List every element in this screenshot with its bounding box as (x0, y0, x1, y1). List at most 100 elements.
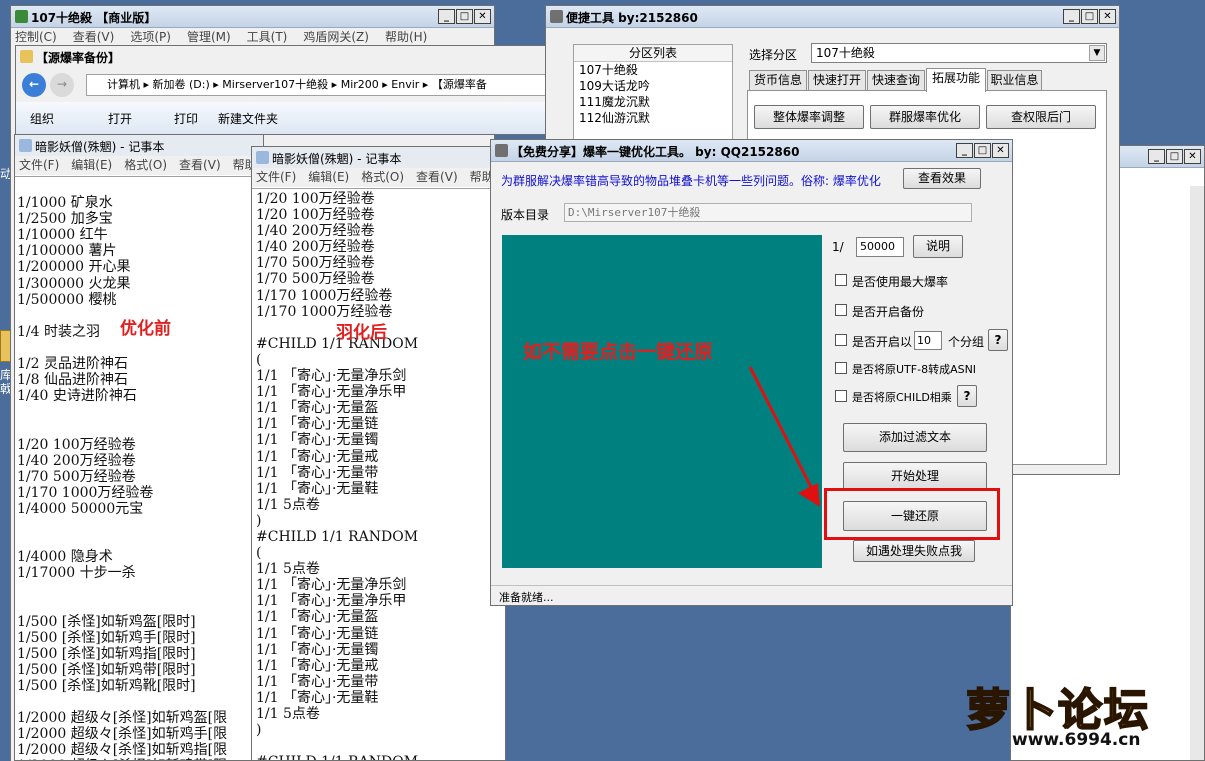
tab-quick-open[interactable]: 快速打开 (808, 70, 866, 90)
breadcrumb[interactable]: 【源爆率备 (432, 78, 487, 91)
text-line: ) (256, 722, 262, 739)
menu-format[interactable]: 格式(O) (124, 156, 167, 175)
forward-button[interactable]: → (50, 73, 74, 97)
menu-view[interactable]: 查看(V) (416, 168, 458, 187)
list-item[interactable]: 112仙游沉默 (574, 110, 732, 126)
text-line: 1/2000 超级々[杀怪]如斩鸡指[限 (17, 742, 228, 759)
child-help-button[interactable]: ? (957, 385, 977, 407)
menu-file[interactable]: 文件(F) (256, 168, 296, 187)
group-label-b: 个分组 (948, 335, 985, 349)
group-help-button[interactable]: ? (988, 329, 1008, 351)
text-line: 1/40 200万经验卷 (256, 239, 375, 256)
text-line: 1/300000 火龙果 (17, 275, 131, 292)
minimize-icon[interactable]: _ (956, 143, 973, 158)
group-checkbox[interactable] (835, 334, 847, 346)
notepad-left: 暗影妖僧(殊魍) - 记事本 文件(F) 编辑(E) 格式(O) 查看(V) 帮… (14, 134, 264, 761)
text-line: 1/4000 50000元宝 (17, 500, 144, 517)
chevron-down-icon[interactable]: ▼ (1089, 45, 1105, 61)
minimize-icon[interactable]: _ (438, 9, 455, 24)
annotation-after: 羽化后 (336, 323, 387, 343)
organize-button[interactable]: 组织 (30, 110, 54, 127)
overall-rate-button[interactable]: 整体爆率调整 (754, 105, 864, 129)
tab-quick-query[interactable]: 快速查询 (867, 70, 925, 90)
text-line: #CHILD 1/1 RANDOM (256, 528, 419, 545)
list-item[interactable]: 111魔龙沉默 (574, 94, 732, 110)
text-line: 1/1 「寄心」·无量盔 (256, 609, 379, 626)
text-line: 1/8 仙品进阶神石 (17, 372, 128, 389)
start-button[interactable]: 开始处理 (843, 462, 987, 491)
text-line: 1/1 「寄心」·无量净乐剑 (256, 577, 407, 594)
group-rate-button[interactable]: 群服爆率优化 (870, 105, 980, 129)
list-item[interactable]: 107十绝殺 (574, 62, 732, 78)
menu-file[interactable]: 文件(F) (19, 156, 59, 175)
minimize-icon[interactable]: _ (1148, 149, 1165, 164)
text-line: 1/1 5点卷 (256, 706, 320, 722)
ratio-input[interactable]: 50000 (856, 237, 904, 257)
list-item[interactable]: 109大话龙吟 (574, 78, 732, 94)
partition-list-header: 分区列表 (574, 45, 732, 62)
text-line: 1/500 [杀怪]如斩鸡带[限时] (17, 661, 196, 678)
close-icon[interactable]: ✕ (474, 9, 491, 24)
breadcrumb[interactable]: Envir (391, 78, 419, 91)
backup-checkbox[interactable] (835, 304, 847, 316)
tab-class-info[interactable]: 职业信息 (987, 70, 1042, 90)
text-line: 1/70 500万经验卷 (256, 255, 375, 272)
menu-format[interactable]: 格式(O) (361, 168, 404, 187)
menu-edit[interactable]: 编辑(E) (71, 156, 112, 175)
partition-select[interactable]: 107十绝殺 ▼ (811, 43, 1107, 63)
breadcrumb[interactable]: Mir200 (341, 78, 379, 91)
arrow-icon (748, 366, 820, 507)
select-value: 107十绝殺 (816, 46, 875, 60)
breadcrumb[interactable]: 计算机 (107, 78, 140, 91)
text-line: #CHILD 1/1 RANDOM (256, 754, 505, 760)
explain-button[interactable]: 说明 (913, 235, 963, 258)
text-line: 1/2000 超级々[杀怪]如斩鸡盔[限 (17, 710, 228, 727)
add-filter-button[interactable]: 添加过滤文本 (843, 423, 987, 452)
backdoor-check-button[interactable]: 查权限后门 (986, 105, 1096, 129)
logo-text: 萝卜论坛 (965, 684, 1150, 737)
print-button[interactable]: 打印 (174, 110, 198, 127)
highlight-box (824, 488, 1000, 540)
text-line: 1/20 100万经验卷 (256, 207, 375, 224)
child-multiply-checkbox[interactable] (835, 390, 847, 402)
open-button[interactable]: 打开 (108, 110, 132, 127)
maximize-icon[interactable]: □ (456, 9, 473, 24)
text-line: 1/1 「寄心」·无量带 (256, 464, 379, 481)
maximize-icon[interactable]: □ (1166, 149, 1183, 164)
child-multiply-label: 是否将原CHILD相乘 (852, 391, 952, 404)
view-effect-button[interactable]: 查看效果 (903, 168, 981, 189)
text-line (17, 517, 263, 533)
utf8-checkbox[interactable] (835, 362, 847, 374)
ratio-prefix: 1/ (832, 240, 844, 254)
text-line: 1/500 [杀怪]如斩鸡指[限时] (17, 645, 196, 662)
fail-help-button[interactable]: 如遇处理失败点我 (853, 540, 975, 562)
max-rate-checkbox[interactable] (835, 274, 847, 286)
breadcrumb[interactable]: 新加卷 (D:) (153, 78, 210, 91)
window-title: 107十绝殺 【商业版】 (31, 11, 157, 25)
close-icon[interactable]: ✕ (1099, 9, 1116, 24)
text-area[interactable]: 1/20 100万经验卷 1/20 100万经验卷 1/40 200万经验卷 1/40… (252, 188, 505, 760)
dir-input[interactable]: D:\Mirserver107十绝殺 (564, 203, 972, 222)
breadcrumb[interactable]: Mirserver107十绝殺 (222, 78, 328, 91)
window-title: 暗影妖僧(殊魍) - 记事本 (35, 140, 165, 154)
address-bar[interactable]: 计算机 ▸ 新加卷 (D:) ▸ Mirserver107十绝殺 ▸ Mir20… (86, 74, 554, 96)
menu-edit[interactable]: 编辑(E) (308, 168, 349, 187)
notepad-right: 暗影妖僧(殊魍) - 记事本 文件(F) 编辑(E) 格式(O) 查看(V) 帮… (251, 146, 506, 761)
close-icon[interactable]: ✕ (1184, 149, 1201, 164)
minimize-icon[interactable]: _ (1063, 9, 1080, 24)
text-line: 1/170 1000万经验卷 (256, 287, 393, 304)
new-folder-button[interactable]: 新建文件夹 (218, 110, 278, 127)
tab-extensions[interactable]: 拓展功能 (926, 68, 986, 92)
text-area[interactable]: 1/1000 矿泉水 1/2500 加多宝 1/10000 红牛 1/100000 薯… (15, 176, 263, 760)
app-icon (15, 10, 28, 23)
text-line: 1/1 5点卷 (256, 496, 320, 513)
group-count-input[interactable]: 10 (914, 331, 942, 350)
maximize-icon[interactable]: □ (974, 143, 991, 158)
partition-list[interactable]: 分区列表 107十绝殺 109大话龙吟 111魔龙沉默 112仙游沉默 (573, 44, 733, 140)
tab-currency[interactable]: 货币信息 (749, 70, 807, 90)
menu-view[interactable]: 查看(V) (179, 156, 221, 175)
maximize-icon[interactable]: □ (1081, 9, 1098, 24)
close-icon[interactable]: ✕ (992, 143, 1009, 158)
back-button[interactable]: ← (22, 73, 46, 97)
menu-bar: 文件(F) 编辑(E) 格式(O) 查看(V) 帮助(H) (252, 168, 505, 187)
